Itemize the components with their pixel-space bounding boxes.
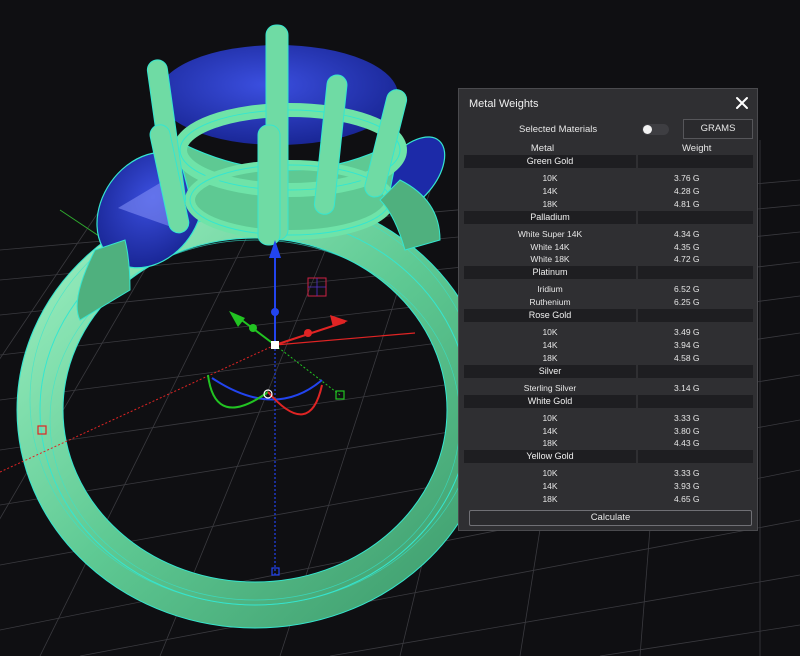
metal-cell: 18K	[542, 494, 558, 505]
group-name: Silver	[464, 364, 636, 378]
weight-cell: 3.93 G	[674, 481, 700, 492]
group-header: Rose Gold	[464, 309, 753, 323]
weight-cell: 6.25 G	[674, 297, 700, 308]
table-row: 14K 3.94 G	[464, 339, 753, 352]
metal-cell: 14K	[542, 425, 558, 436]
group-header-fill	[638, 266, 753, 280]
close-button[interactable]	[733, 94, 751, 112]
metal-cell: 10K	[542, 468, 558, 479]
weight-cell: 4.43 G	[674, 438, 700, 449]
weight-cell: 4.34 G	[674, 228, 700, 239]
group-name: White Gold	[464, 394, 636, 408]
panel-title: Metal Weights	[469, 98, 539, 110]
panel-header: Metal Weights	[459, 89, 757, 119]
weight-cell: 3.33 G	[674, 412, 700, 423]
weight-cell: 3.94 G	[674, 340, 700, 351]
weight-cell: 4.35 G	[674, 241, 700, 252]
metal-cell: 18K	[542, 198, 558, 209]
weight-cell: 4.65 G	[674, 494, 700, 505]
group-header: Silver	[464, 364, 753, 379]
table-row: Iridium 6.52 G	[464, 283, 753, 296]
group-header-fill	[638, 450, 753, 464]
group-name: Platinum	[464, 266, 636, 280]
weight-cell: 3.80 G	[674, 425, 700, 436]
table-header: Metal Weight	[464, 142, 753, 155]
group-name: Palladium	[464, 210, 636, 224]
units-button[interactable]: GRAMS	[683, 119, 753, 139]
group-header: Platinum	[464, 266, 753, 280]
toggle-knob	[643, 125, 652, 134]
table-row: 14K 4.28 G	[464, 185, 753, 198]
table-row: Ruthenium 6.25 G	[464, 296, 753, 309]
table-row: 10K 3.49 G	[464, 326, 753, 339]
group-header-fill	[638, 364, 753, 378]
weight-cell: 3.14 G	[674, 382, 700, 393]
table-row: 10K 3.33 G	[464, 467, 753, 480]
table-row: 18K 4.65 G	[464, 493, 753, 506]
table-row: 18K 4.81 G	[464, 198, 753, 211]
metal-cell: White 18K	[530, 254, 570, 265]
weight-cell: 4.58 G	[674, 352, 700, 363]
table-row: White 18K 4.72 G	[464, 253, 753, 266]
group-header: White Gold	[464, 394, 753, 409]
selected-materials-label: Selected Materials	[519, 124, 598, 135]
group-name: Yellow Gold	[464, 450, 636, 464]
selected-materials-toggle[interactable]	[642, 124, 669, 135]
group-header-fill	[638, 309, 753, 323]
group-header-fill	[638, 155, 753, 168]
selected-materials-row: Selected Materials GRAMS	[459, 119, 757, 141]
column-header-metal: Metal	[530, 143, 555, 154]
group-name: Rose Gold	[464, 309, 636, 323]
weight-cell: 4.72 G	[674, 254, 700, 265]
groups-container: Green Gold 10K 3.76 G 14K 4.28 G 18K 4.81 G Pal…	[464, 155, 753, 506]
weight-cell: 3.49 G	[674, 327, 700, 338]
table-row: 14K 3.80 G	[464, 425, 753, 438]
table-row: Sterling Silver 3.14 G	[464, 382, 753, 395]
group-header: Green Gold	[464, 155, 753, 169]
table-row: 10K 3.33 G	[464, 412, 753, 425]
group-name: Green Gold	[464, 155, 636, 168]
weight-cell: 6.52 G	[674, 284, 700, 295]
metal-cell: 18K	[542, 438, 558, 449]
metal-cell: 10K	[542, 412, 558, 423]
metal-cell: 14K	[542, 185, 558, 196]
metal-cell: 10K	[542, 327, 558, 338]
calculate-button[interactable]: Calculate	[469, 510, 752, 526]
weights-table: Metal Weight Green Gold 10K 3.76 G 14K 4.28 …	[464, 142, 753, 506]
table-row: 10K 3.76 G	[464, 172, 753, 185]
weight-cell: 3.33 G	[674, 468, 700, 479]
column-header-weight: Weight	[682, 143, 712, 154]
metal-cell: 14K	[542, 340, 558, 351]
weight-cell: 3.76 G	[674, 173, 700, 183]
table-row: White 14K 4.35 G	[464, 241, 753, 254]
table-row: 18K 4.58 G	[464, 352, 753, 365]
metal-cell: White 14K	[530, 241, 570, 252]
metal-cell: Iridium	[537, 284, 563, 295]
metal-cell: Sterling Silver	[523, 382, 577, 393]
metal-cell: 18K	[542, 352, 558, 363]
group-header-fill	[638, 394, 753, 408]
table-row: White Super 14K 4.34 G	[464, 228, 753, 241]
metal-cell: Ruthenium	[529, 297, 571, 308]
metal-weights-panel: Metal Weights Selected Materials GRAMS M…	[458, 88, 758, 531]
table-row: 18K 4.43 G	[464, 437, 753, 450]
group-header: Palladium	[464, 210, 753, 225]
metal-cell: White Super 14K	[517, 228, 583, 239]
group-header-fill	[638, 210, 753, 224]
weight-cell: 4.81 G	[674, 198, 700, 209]
group-header: Yellow Gold	[464, 450, 753, 464]
metal-cell: 10K	[542, 173, 558, 183]
table-row: 14K 3.93 G	[464, 480, 753, 493]
weight-cell: 4.28 G	[674, 185, 700, 196]
metal-cell: 14K	[542, 481, 558, 492]
close-icon	[736, 97, 748, 109]
